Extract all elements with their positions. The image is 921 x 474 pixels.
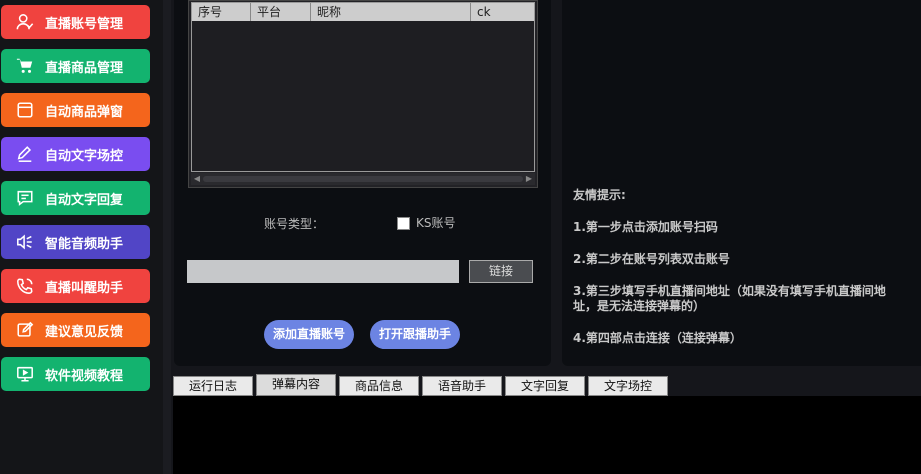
user-icon [14,11,36,33]
tab-text-reply[interactable]: 文字回复 [505,376,585,396]
edit-icon [14,319,36,341]
scrollbar-thumb[interactable] [203,176,523,182]
monitor-icon [14,363,36,385]
pen-icon [14,143,36,165]
sidebar: 直播账号管理 直播商品管理 自动商品弹窗 自动文字场控 自动文字回复 智能音频助… [0,0,163,474]
scroll-left-icon[interactable]: ◀ [191,173,203,185]
tab-text-control[interactable]: 文字场控 [588,376,668,396]
column-header-index[interactable]: 序号 [192,3,251,21]
sidebar-item-product-popup[interactable]: 自动商品弹窗 [1,93,150,127]
window-icon [14,99,36,121]
tips-step-3-cont: 址，是无法连接弹幕的） [573,299,706,313]
account-table-body[interactable]: 序号 平台 昵称 ck [191,2,535,172]
sidebar-item-audio-assistant[interactable]: 智能音频助手 [1,225,150,259]
chat-icon [14,187,36,209]
add-live-account-button[interactable]: 添加直播账号 [264,320,354,349]
tips-step-2: 2.第二步在账号列表双击账号 [573,252,730,266]
tips-step-4: 4.第四部点击连接（连接弹幕） [573,331,742,345]
sidebar-item-product-management[interactable]: 直播商品管理 [1,49,150,83]
ks-account-checkbox[interactable] [397,217,410,230]
sidebar-item-text-reply[interactable]: 自动文字回复 [1,181,150,215]
ks-account-label[interactable]: KS账号 [416,214,456,231]
account-table[interactable]: 序号 平台 昵称 ck ◀ ▶ [188,0,538,188]
tips-title: 友情提示: [573,188,626,202]
open-follow-assistant-button[interactable]: 打开跟播助手 [370,320,460,349]
tab-product-info[interactable]: 商品信息 [339,376,419,396]
horizontal-scrollbar[interactable]: ◀ ▶ [191,173,535,185]
sidebar-item-video-tutorial[interactable]: 软件视频教程 [1,357,150,391]
sidebar-item-feedback[interactable]: 建议意见反馈 [1,313,150,347]
account-type-label: 账号类型： [264,217,325,231]
tab-voice-assistant[interactable]: 语音助手 [422,376,502,396]
sidebar-item-account-management[interactable]: 直播账号管理 [1,5,150,39]
account-table-header: 序号 平台 昵称 ck [192,3,534,21]
live-room-url-input[interactable] [187,260,459,283]
sidebar-item-label: 建议意见反馈 [45,324,124,340]
speaker-icon [14,231,36,253]
sidebar-item-label: 软件视频教程 [45,368,124,384]
phone-icon [14,275,36,297]
column-header-nickname[interactable]: 昵称 [311,3,471,21]
tips-step-1: 1.第一步点击添加账号扫码 [573,220,718,234]
cart-icon [14,55,36,77]
tab-run-log[interactable]: 运行日志 [173,376,253,396]
sidebar-item-text-control[interactable]: 自动文字场控 [1,137,150,171]
connect-button[interactable]: 链接 [469,260,533,283]
output-console[interactable] [173,396,921,474]
scroll-right-icon[interactable]: ▶ [523,173,535,185]
sidebar-item-label: 直播叫醒助手 [45,280,124,296]
column-header-ck[interactable]: ck [471,3,534,21]
sidebar-item-label: 直播账号管理 [45,16,124,32]
sidebar-item-label: 直播商品管理 [45,60,124,76]
sidebar-item-label: 自动文字场控 [45,148,124,164]
sidebar-item-label: 自动商品弹窗 [45,104,124,120]
sidebar-divider [163,0,171,474]
sidebar-item-label: 智能音频助手 [45,236,124,252]
sidebar-item-label: 自动文字回复 [45,192,124,208]
sidebar-item-wakeup-assistant[interactable]: 直播叫醒助手 [1,269,150,303]
column-header-platform[interactable]: 平台 [251,3,311,21]
tab-danmaku[interactable]: 弹幕内容 [256,374,336,396]
